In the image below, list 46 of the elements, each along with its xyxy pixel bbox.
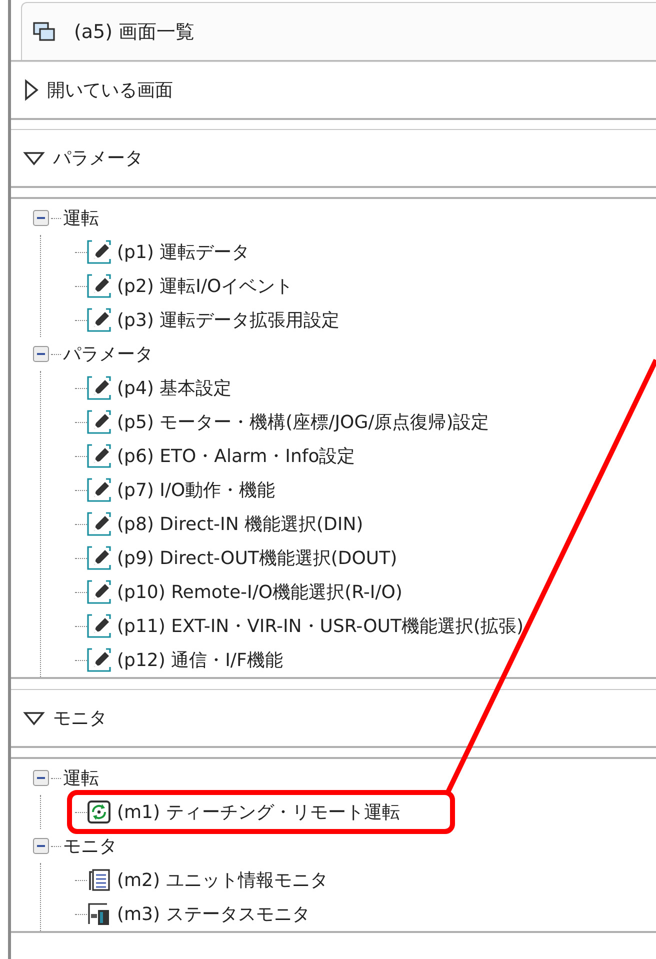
tree-item[interactable]: (p7) I/O動作・機能	[87, 478, 276, 502]
pencil-icon	[87, 546, 111, 570]
pencil-icon	[87, 240, 111, 264]
tree-group-label[interactable]: モニタ	[63, 834, 117, 858]
collapse-icon[interactable]	[33, 210, 49, 226]
pencil-icon	[87, 444, 111, 468]
pencil-icon	[87, 308, 111, 332]
tree-item[interactable]: (p11) EXT-IN・VIR-IN・USR-OUT機能選択(拡張)	[87, 614, 524, 638]
section-header[interactable]: 開いている画面	[11, 61, 656, 120]
tree-item[interactable]: (m3) ステータスモニタ	[87, 902, 310, 926]
tree-item[interactable]: (p1) 運転データ	[87, 240, 250, 264]
tree-item[interactable]: (p8) Direct-IN 機能選択(DIN)	[87, 512, 364, 536]
pencil-icon	[87, 478, 111, 502]
tree-group-label[interactable]: 運転	[63, 206, 99, 230]
pencil-icon	[87, 512, 111, 536]
tree-item[interactable]: (m1) ティーチング・リモート運転	[87, 800, 400, 824]
tree-item[interactable]: (m2) ユニット情報モニタ	[87, 868, 328, 892]
tree-item[interactable]: (p9) Direct-OUT機能選択(DOUT)	[87, 546, 398, 570]
tree-item[interactable]: (p4) 基本設定	[87, 376, 232, 400]
pencil-icon	[87, 376, 111, 400]
collapse-icon[interactable]	[33, 838, 49, 854]
triangle-right-icon	[23, 79, 39, 101]
triangle-down-icon	[23, 710, 45, 726]
triangle-down-icon	[23, 150, 45, 166]
tree-item[interactable]: (p5) モーター・機構(座標/JOG/原点復帰)設定	[87, 410, 490, 434]
windows-icon	[32, 21, 56, 42]
pencil-icon	[87, 410, 111, 434]
refresh-icon	[87, 800, 111, 824]
pencil-icon	[87, 648, 111, 672]
pencil-icon	[87, 274, 111, 298]
tree-item[interactable]: (p2) 運転I/Oイベント	[87, 274, 294, 298]
pencil-icon	[87, 614, 111, 638]
collapse-icon[interactable]	[33, 346, 49, 362]
monitor-icon	[87, 902, 111, 926]
section-header[interactable]: パラメータ	[11, 129, 656, 188]
tree-item[interactable]: (p12) 通信・I/F機能	[87, 648, 283, 672]
section-header[interactable]: モニタ	[11, 689, 656, 748]
pencil-icon	[87, 580, 111, 604]
tree-item[interactable]: (p3) 運転データ拡張用設定	[87, 308, 340, 332]
tree-item[interactable]: (p10) Remote-I/O機能選択(R-I/O)	[87, 580, 402, 604]
screen-list-tab[interactable]: (a5) 画面一覧	[21, 2, 656, 60]
collapse-icon[interactable]	[33, 770, 49, 786]
tree-group-label[interactable]: 運転	[63, 766, 99, 790]
tree-group-label[interactable]: パラメータ	[63, 342, 153, 366]
document-list-icon	[87, 868, 111, 892]
tree-item[interactable]: (p6) ETO・Alarm・Info設定	[87, 444, 356, 468]
